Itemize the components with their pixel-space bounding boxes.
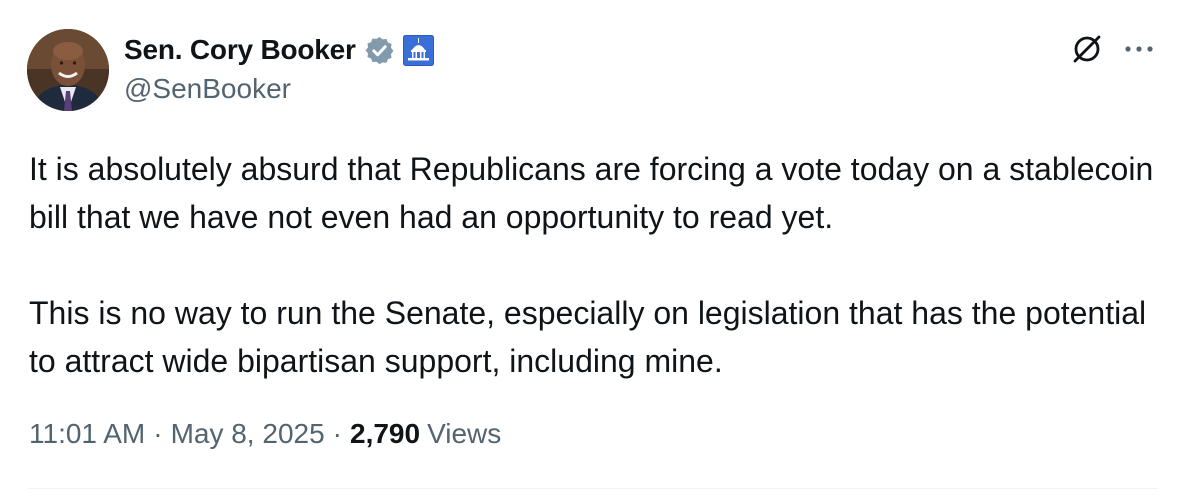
tweet-time-link[interactable]: 11:01 AM: [29, 418, 145, 450]
verified-badge-icon[interactable]: [364, 35, 395, 66]
views-count[interactable]: 2,790: [350, 418, 420, 450]
tweet-text: It is absolutely absurd that Republicans…: [29, 145, 1159, 385]
tweet-paragraph: This is no way to run the Senate, especi…: [29, 295, 1147, 379]
divider: [29, 488, 1158, 489]
more-options-button[interactable]: [1120, 30, 1158, 68]
tweet-paragraph: It is absolutely absurd that Republicans…: [29, 151, 1154, 235]
author-handle[interactable]: @SenBooker: [124, 73, 291, 105]
meta-separator: ·: [153, 418, 163, 449]
author-name-row: Sen. Cory Booker: [124, 30, 434, 70]
author-avatar[interactable]: [27, 29, 109, 111]
us-capitol-icon[interactable]: [402, 34, 434, 66]
avatar-image: [27, 29, 109, 111]
grok-button[interactable]: [1068, 30, 1106, 68]
tweet-meta: 11:01 AM · May 8, 2025 · 2,790 Views: [29, 418, 501, 450]
views-label[interactable]: Views: [427, 418, 501, 450]
tweet-date-link[interactable]: May 8, 2025: [171, 418, 325, 450]
more-dots-icon: [1125, 46, 1153, 52]
author-name[interactable]: Sen. Cory Booker: [124, 34, 356, 66]
meta-separator: ·: [332, 418, 342, 449]
grok-icon: [1073, 35, 1101, 63]
